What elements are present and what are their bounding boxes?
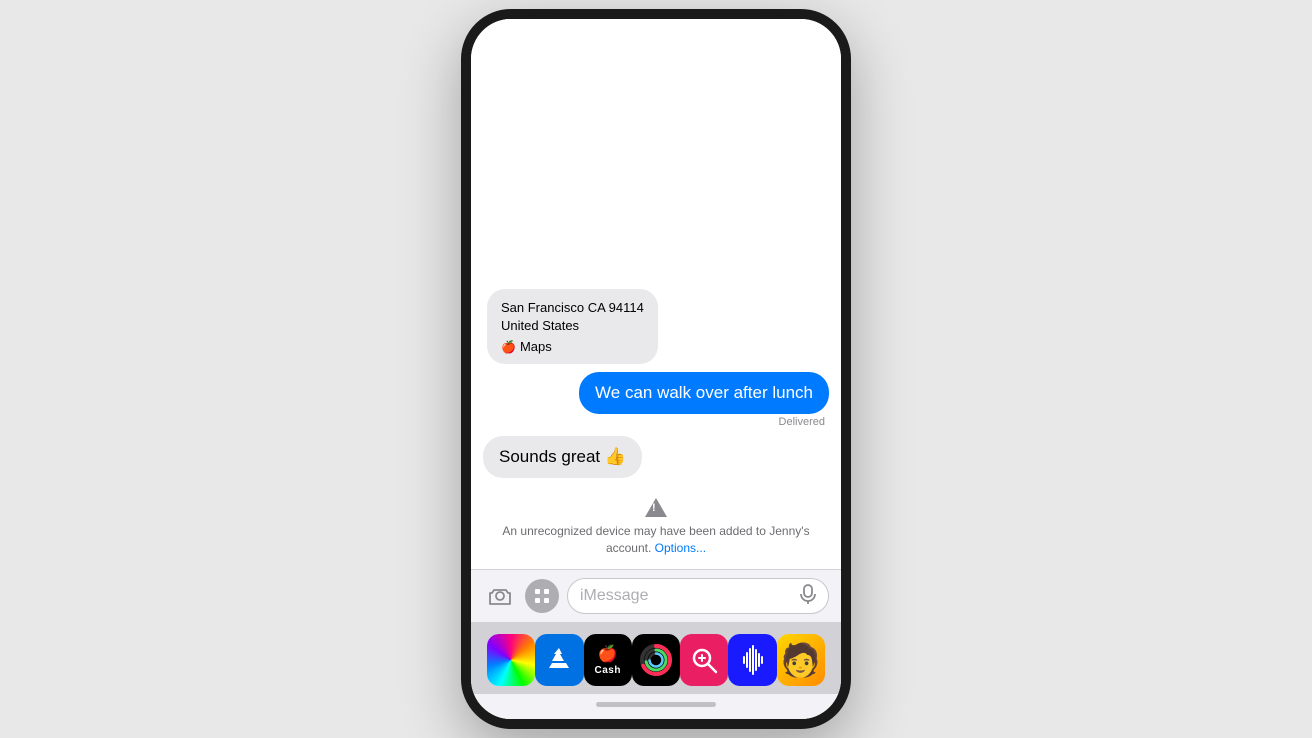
delivered-status: Delivered xyxy=(779,416,825,428)
warning-text: An unrecognized device may have been add… xyxy=(491,523,821,557)
phone-frame: San Francisco CA 94114 United States 🍎 M… xyxy=(461,9,851,729)
sent-bubble-wrapper: We can walk over after lunch Delivered xyxy=(483,372,829,428)
maps-row: 🍎 Maps xyxy=(501,339,644,354)
soundwave-app-icon[interactable] xyxy=(728,634,776,686)
soundwave-bar6 xyxy=(758,653,760,667)
address-line: San Francisco CA 94114 xyxy=(501,299,644,317)
warning-section: An unrecognized device may have been add… xyxy=(471,486,841,569)
soundwave-bar5 xyxy=(755,649,757,671)
photos-app-icon[interactable] xyxy=(487,634,535,686)
apps-button[interactable] xyxy=(525,579,559,613)
home-indicator[interactable] xyxy=(471,694,841,719)
soundwave-bar4 xyxy=(752,645,754,675)
location-bubble[interactable]: San Francisco CA 94114 United States 🍎 M… xyxy=(487,289,658,364)
camera-button[interactable] xyxy=(483,579,517,613)
imessage-placeholder: iMessage xyxy=(580,587,648,605)
memoji-emoji: 🧑 xyxy=(781,644,821,676)
photos-gradient xyxy=(487,634,535,686)
soundwave-bar7 xyxy=(761,656,763,664)
cash-app-icon[interactable]: 🍎 Cash xyxy=(584,634,632,686)
home-bar xyxy=(596,702,716,707)
messages-area: San Francisco CA 94114 United States 🍎 M… xyxy=(471,19,841,486)
check-app-icon[interactable] xyxy=(680,634,728,686)
soundwave-content xyxy=(743,645,763,675)
received-bubble-wrapper: Sounds great 👍 xyxy=(483,436,829,478)
maps-label: Maps xyxy=(520,339,552,354)
warning-options-link[interactable]: Options... xyxy=(655,541,706,555)
appstore-app-icon[interactable] xyxy=(535,634,583,686)
phone-screen: San Francisco CA 94114 United States 🍎 M… xyxy=(471,19,841,719)
apple-logo-icon: 🍎 xyxy=(501,340,516,354)
country-line: United States xyxy=(501,317,644,335)
warning-triangle-icon xyxy=(645,498,667,517)
activity-app-icon[interactable] xyxy=(632,634,680,686)
input-bar: iMessage xyxy=(471,569,841,622)
received-bubble[interactable]: Sounds great 👍 xyxy=(483,436,642,478)
soundwave-bar3 xyxy=(749,648,751,672)
microphone-icon[interactable] xyxy=(800,584,816,609)
imessage-input[interactable]: iMessage xyxy=(567,578,829,614)
soundwave-bar2 xyxy=(746,652,748,668)
soundwave-bar1 xyxy=(743,656,745,664)
memoji-app-icon[interactable]: 🧑 xyxy=(777,634,825,686)
app-dock: 🍎 Cash xyxy=(471,622,841,694)
sent-bubble[interactable]: We can walk over after lunch xyxy=(579,372,829,414)
